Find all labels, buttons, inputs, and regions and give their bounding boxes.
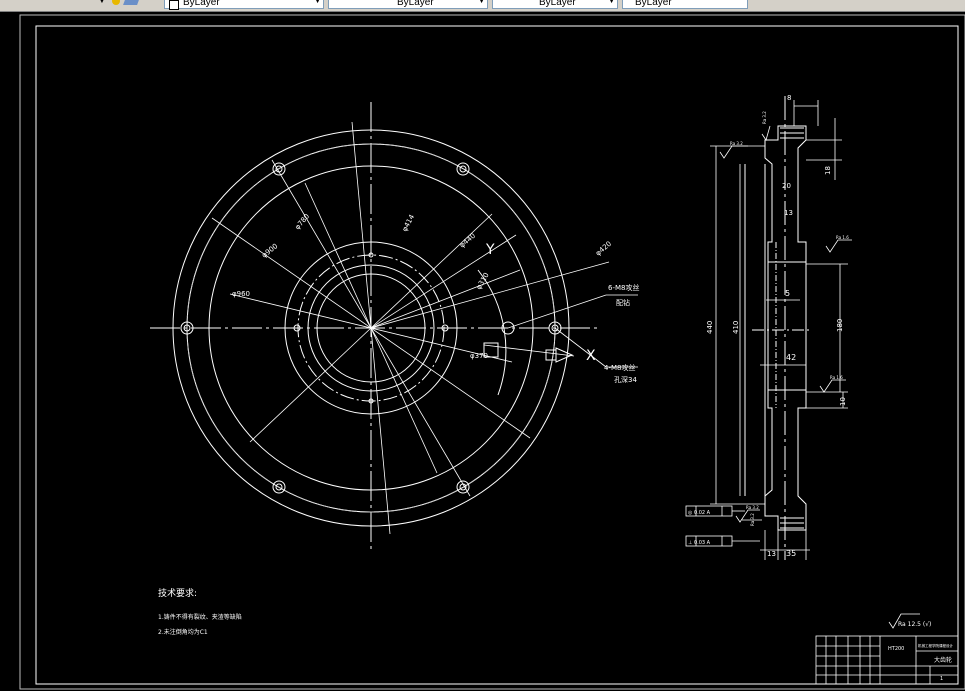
holes-6-callout: 6-M8攻丝 (608, 283, 639, 292)
drawing-canvas[interactable]: φ960 φ900 φ780 φ414 φ440 φ420 φ310 φ370 … (0, 12, 965, 691)
title-block-material: HT200 (888, 646, 904, 652)
title-block-labels: HT200 机械工程学院课程设计 大齿轮 1 (888, 643, 953, 682)
technical-requirements: 技术要求: 1.铸件不得有裂纹、夹渣等缺陷 2.未注倒角均为C1 (158, 587, 242, 636)
view-x-mark: X (586, 348, 596, 364)
dim-bottom-35: 35 (786, 549, 796, 558)
tolerance-frame-1: ◎ 0.02 A (688, 510, 711, 516)
holes-6-note: 配钻 (616, 298, 630, 307)
layer-combo-value: ByLayer (183, 0, 220, 8)
dim-d310-label: φ310 (475, 271, 491, 291)
roughness-2: Ra 3.2 (762, 111, 767, 124)
dim-d960-label: φ960 (232, 290, 250, 298)
holes-4-callout: 4-M8攻丝 (604, 363, 635, 372)
lineweight-combo-value: ByLayer (635, 0, 672, 8)
title-block-sheet: 1 (940, 676, 943, 682)
front-view-labels: φ960 φ900 φ780 φ414 φ440 φ420 φ310 φ370 … (232, 212, 639, 384)
roughness-1: Ra 3.2 (730, 141, 743, 146)
layer-tools-icon[interactable] (110, 0, 150, 9)
dim-10: 10 (839, 397, 847, 406)
dim-42: 42 (786, 353, 796, 362)
dim-top-width: 8 (787, 94, 791, 102)
sheet-outer-border (19, 14, 965, 690)
dim-410: 410 (732, 321, 740, 334)
sheet-inner-border (35, 25, 959, 685)
properties-toolbar: ▼ ByLayer ▼ ByLayer ▼ ByLayer ▼ ByLayer (0, 0, 965, 12)
linetype-combo-value: ByLayer (539, 0, 576, 8)
roughness-4: Ra 1.6 (830, 375, 843, 380)
dim-20: 20 (782, 182, 791, 190)
dim-d440-label: φ440 (458, 232, 477, 250)
dim-d900-label: φ900 (260, 242, 279, 259)
color-combo[interactable]: ByLayer ▼ (328, 0, 488, 9)
front-view (150, 102, 638, 550)
roughness-5: Ra 3.2 (746, 505, 759, 510)
holes-4-note: 孔深34 (614, 375, 637, 384)
linetype-combo[interactable]: ByLayer ▼ (492, 0, 618, 9)
dim-5: 5 (785, 289, 790, 298)
dim-13: 13 (784, 209, 793, 217)
roughness-3: Ra 1.6 (836, 235, 849, 240)
dim-flange-right: 18 (824, 166, 832, 175)
view-y-mark: Y (485, 242, 495, 258)
general-roughness-label: Ra 12.5 (√) (898, 621, 931, 628)
dim-180: 180 (836, 319, 844, 332)
layer-combo[interactable]: ByLayer ▼ (164, 0, 324, 10)
tech-req-item-2: 2.未注倒角均为C1 (158, 628, 208, 636)
chevron-down-icon[interactable]: ▼ (314, 0, 321, 8)
lineweight-combo[interactable]: ByLayer (622, 0, 748, 9)
section-view-labels: 8 18 20 13 5 42 180 440 410 10 13 35 Ra … (688, 94, 849, 558)
color-swatch-icon (169, 0, 179, 10)
view-arrow-box (545, 349, 557, 361)
dropdown-arrow-icon[interactable]: ▼ (98, 0, 106, 5)
title-block-part-name: 大齿轮 (934, 656, 952, 664)
color-combo-value: ByLayer (397, 0, 434, 8)
dim-d420-label: φ420 (594, 240, 613, 258)
tolerance-frame-2: ⊥ 0.03 A (688, 540, 711, 546)
roughness-6: Ra 3.2 (750, 513, 755, 526)
chevron-down-icon[interactable]: ▼ (608, 0, 615, 8)
tech-req-title: 技术要求: (158, 587, 197, 599)
tech-req-item-1: 1.铸件不得有裂纹、夹渣等缺陷 (158, 613, 242, 621)
chevron-down-icon[interactable]: ▼ (478, 0, 485, 8)
dim-440: 440 (706, 321, 714, 334)
dim-d414-label: φ414 (401, 213, 417, 233)
dim-d370-label: φ370 (470, 352, 488, 360)
title-block-school: 机械工程学院课程设计 (918, 643, 953, 648)
dim-bottom-13: 13 (767, 550, 776, 558)
